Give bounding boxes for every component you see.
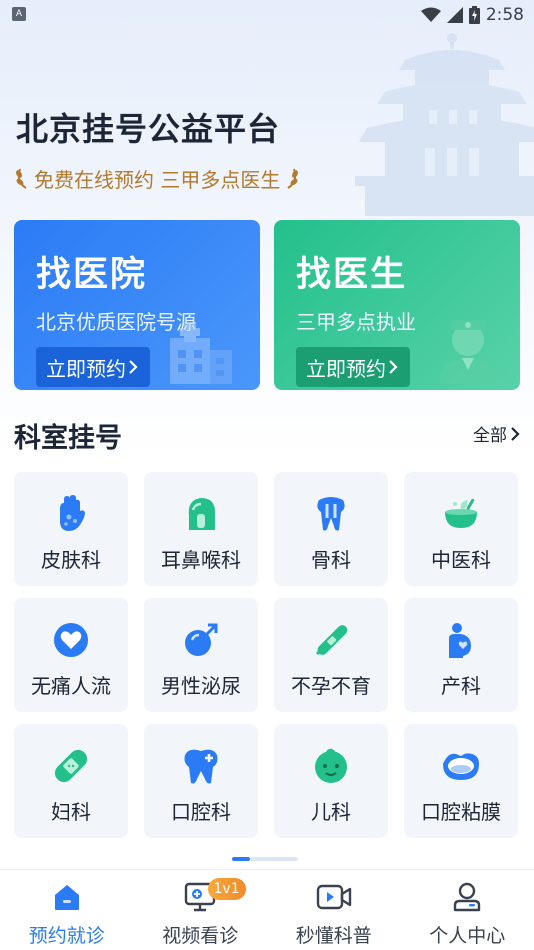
page-indicator-track — [250, 857, 298, 861]
department-gynecology[interactable]: 妇科 — [14, 724, 128, 838]
one-on-one-badge: 1v1 — [207, 878, 246, 900]
male-symbol-icon — [185, 623, 218, 656]
department-label: 骨科 — [311, 548, 351, 572]
department-label: 口腔粘膜 — [421, 800, 501, 824]
department-label: 儿科 — [311, 800, 351, 824]
chevron-right-icon — [389, 360, 398, 374]
button-label: 立即预约 — [306, 356, 386, 381]
ent-head-icon — [188, 498, 215, 530]
nav-label: 秒懂科普 — [295, 925, 372, 947]
department-label: 中医科 — [431, 548, 491, 572]
nav-label: 个人中心 — [429, 925, 506, 947]
laurel-left-icon — [16, 168, 27, 189]
department-label: 妇科 — [51, 800, 91, 824]
battery-icon — [468, 6, 480, 24]
card-description: 三甲多点执业 — [296, 310, 416, 334]
bone-tooth-icon — [317, 497, 345, 531]
mouth-lips-icon — [443, 753, 479, 780]
page-indicator — [232, 857, 298, 861]
nav-appointment[interactable]: 预约就诊 — [0, 870, 134, 950]
temple-of-heaven-illustration — [355, 33, 534, 216]
hospital-building-icon — [170, 322, 232, 384]
department-painless-abortion[interactable]: 无痛人流 — [14, 598, 128, 712]
app-title: 北京挂号公益平台 — [16, 110, 281, 148]
button-label: 立即预约 — [46, 356, 126, 381]
chevron-right-icon — [511, 426, 520, 441]
signal-icon — [446, 7, 463, 23]
laurel-right-icon — [287, 168, 299, 189]
doctor-avatar-icon — [440, 320, 496, 384]
status-bar: A 2:58 — [0, 0, 534, 30]
department-dermatology[interactable]: 皮肤科 — [14, 472, 128, 586]
clock: 2:58 — [485, 5, 524, 25]
nav-profile[interactable]: 个人中心 — [401, 870, 534, 950]
department-orthopedics[interactable]: 骨科 — [274, 472, 388, 586]
department-ent[interactable]: 耳鼻喉科 — [144, 472, 258, 586]
find-hospital-card[interactable]: 找医院 北京优质医院号源 立即预约 — [14, 220, 260, 390]
skin-hand-icon — [60, 495, 85, 531]
subtitle: 免费在线预约 三甲多点医生 — [34, 167, 281, 192]
department-section-title: 科室挂号 — [14, 423, 122, 454]
subtitle-row: 免费在线预约 三甲多点医生 — [14, 163, 300, 193]
card-title: 找医生 — [296, 255, 408, 295]
nav-health-tips[interactable]: 秒懂科普 — [267, 870, 401, 950]
tooth-plus-icon — [184, 749, 218, 784]
home-icon — [54, 885, 79, 910]
nav-label: 预约就诊 — [28, 925, 105, 947]
card-title: 找医院 — [36, 255, 148, 295]
chevron-right-icon — [129, 360, 138, 374]
notification-icon: A — [12, 7, 26, 21]
nav-label: 视频看诊 — [162, 925, 239, 947]
video-camera-icon — [316, 884, 351, 910]
book-now-button[interactable]: 立即预约 — [296, 347, 410, 387]
heart-circle-icon — [54, 623, 88, 657]
department-label: 不孕不育 — [291, 674, 371, 698]
department-label: 耳鼻喉科 — [161, 548, 241, 572]
department-label: 皮肤科 — [41, 548, 101, 572]
bottom-navigation: 预约就诊 1v1 视频看诊 秒懂科普 个人中心 — [0, 869, 534, 950]
page-indicator-active — [232, 857, 250, 861]
department-label: 口腔科 — [171, 800, 231, 824]
wifi-icon — [420, 7, 441, 22]
nav-video-consult[interactable]: 1v1 视频看诊 — [134, 870, 268, 950]
book-now-button[interactable]: 立即预约 — [36, 347, 150, 387]
pregnancy-test-icon — [315, 625, 348, 656]
department-label: 男性泌尿 — [161, 674, 241, 698]
department-male-urology[interactable]: 男性泌尿 — [144, 598, 258, 712]
view-all-label: 全部 — [473, 426, 507, 446]
person-icon — [454, 882, 481, 912]
department-infertility[interactable]: 不孕不育 — [274, 598, 388, 712]
department-label: 产科 — [441, 674, 481, 698]
department-grid: 皮肤科 耳鼻喉科 骨科 中医科 无痛人流 男性泌尿 不孕不育 产科 妇科 口腔科… — [14, 472, 520, 838]
department-obstetrics[interactable]: 产科 — [404, 598, 518, 712]
department-stomatology[interactable]: 口腔科 — [144, 724, 258, 838]
department-label: 无痛人流 — [31, 674, 111, 698]
pregnant-woman-icon — [449, 623, 471, 658]
find-doctor-card[interactable]: 找医生 三甲多点执业 立即预约 — [274, 220, 520, 390]
department-oral-mucosa[interactable]: 口腔粘膜 — [404, 724, 518, 838]
department-tcm[interactable]: 中医科 — [404, 472, 518, 586]
department-pediatrics[interactable]: 儿科 — [274, 724, 388, 838]
view-all-link[interactable]: 全部 — [473, 421, 520, 446]
mortar-herb-icon — [445, 498, 477, 528]
band-aid-icon — [54, 749, 88, 783]
baby-face-icon — [315, 748, 347, 783]
